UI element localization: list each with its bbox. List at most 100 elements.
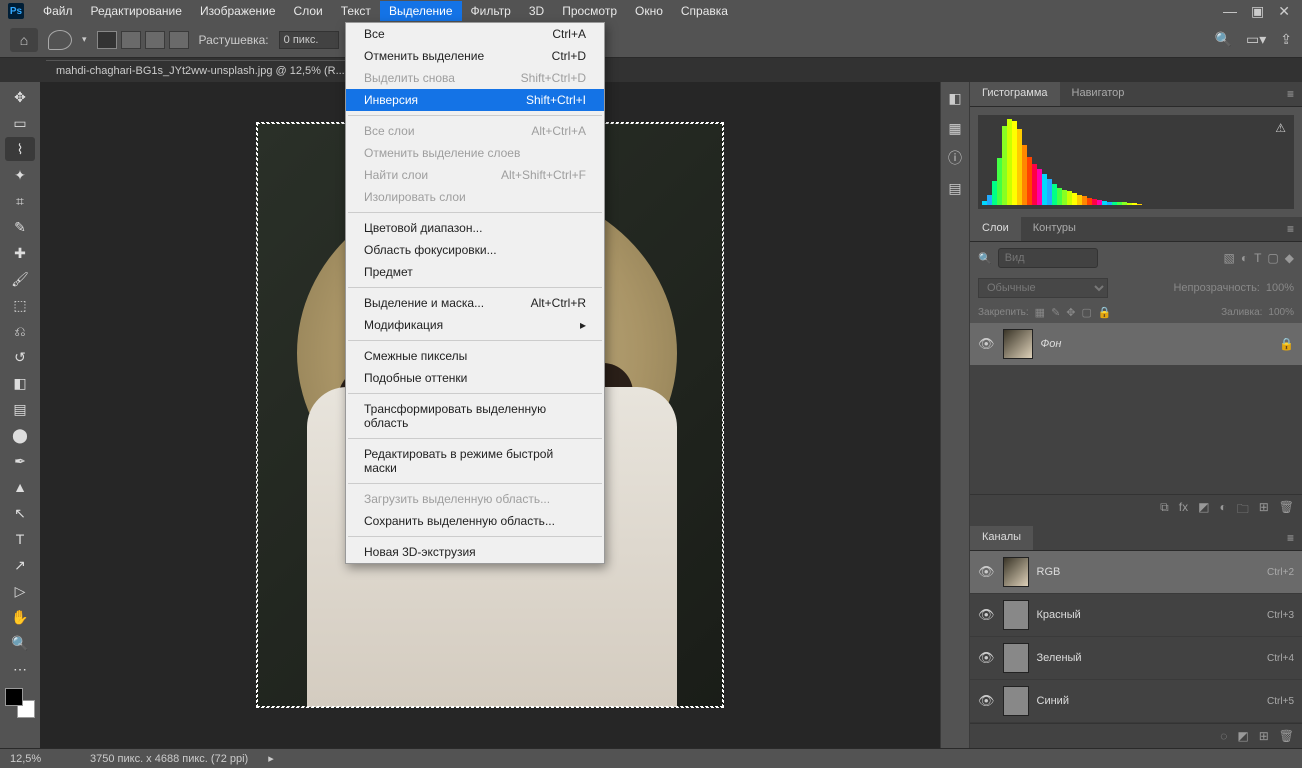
layer-search-input[interactable] xyxy=(998,248,1098,268)
visibility-toggle-icon[interactable]: 👁 xyxy=(978,693,995,709)
menu-item[interactable]: Сохранить выделенную область... xyxy=(346,510,604,532)
layer-thumbnail[interactable] xyxy=(1003,329,1033,359)
menu-item[interactable]: Выделение и маска...Alt+Ctrl+R xyxy=(346,292,604,314)
shape-tool[interactable]: ▲ xyxy=(5,475,35,499)
maximize-button[interactable]: ▣ xyxy=(1251,3,1264,20)
menu-item[interactable]: Новая 3D-экструзия xyxy=(346,541,604,563)
link-icon[interactable]: ⧉ xyxy=(1160,500,1169,521)
menu-3d[interactable]: 3D xyxy=(520,1,553,21)
crop-tool[interactable]: ⌗ xyxy=(5,189,35,213)
chevron-down-icon[interactable]: ▾ xyxy=(82,34,87,45)
panel-menu-icon[interactable]: ≡ xyxy=(1279,526,1302,550)
gradient-tool[interactable]: ▤ xyxy=(5,397,35,421)
menu-просмотр[interactable]: Просмотр xyxy=(553,1,626,21)
filter-shape-icon[interactable]: ▢ xyxy=(1267,251,1278,265)
filter-adjust-icon[interactable]: ◐ xyxy=(1241,251,1248,265)
menu-изображение[interactable]: Изображение xyxy=(191,1,285,21)
menu-окно[interactable]: Окно xyxy=(626,1,672,21)
tab-paths[interactable]: Контуры xyxy=(1021,217,1088,241)
zoom-tool[interactable]: 🔍 xyxy=(5,631,35,655)
eyedropper-tool[interactable]: ✎ xyxy=(5,215,35,239)
panel-menu-icon[interactable]: ≡ xyxy=(1279,82,1302,106)
eraser-tool[interactable]: ◧ xyxy=(5,371,35,395)
channel-item[interactable]: 👁ЗеленыйCtrl+4 xyxy=(970,637,1302,680)
path-tool[interactable]: ↖ xyxy=(5,501,35,525)
selection-new-button[interactable] xyxy=(97,31,117,49)
swatches-panel-icon[interactable]: ▦ xyxy=(945,118,965,138)
visibility-toggle-icon[interactable]: 👁 xyxy=(978,650,995,666)
type-tool[interactable]: T xyxy=(5,527,35,551)
menu-item[interactable]: ВсеCtrl+A xyxy=(346,23,604,45)
brush-tool[interactable]: 🖌 xyxy=(5,267,35,291)
selection-subtract-button[interactable] xyxy=(145,31,165,49)
channel-item[interactable]: 👁СинийCtrl+5 xyxy=(970,680,1302,723)
pen-tool[interactable]: ✒ xyxy=(5,449,35,473)
filter-smart-icon[interactable]: ◆ xyxy=(1285,251,1294,265)
magic-wand-tool[interactable]: ✦ xyxy=(5,163,35,187)
group-icon[interactable]: 🗀 xyxy=(1237,500,1249,521)
menu-файл[interactable]: Файл xyxy=(34,1,82,21)
menu-item[interactable]: Область фокусировки... xyxy=(346,239,604,261)
panel-menu-icon[interactable]: ≡ xyxy=(1279,217,1302,241)
lock-artboard-icon[interactable]: ▢ xyxy=(1082,306,1092,319)
frame-tool[interactable]: ⬚ xyxy=(5,293,35,317)
layer-item[interactable]: 👁 Фон 🔒 xyxy=(970,323,1302,365)
fill-value[interactable]: 100% xyxy=(1268,307,1294,318)
lasso-tool[interactable]: ⌇ xyxy=(5,137,35,161)
zoom-level[interactable]: 12,5% xyxy=(10,753,70,765)
selection-intersect-button[interactable] xyxy=(169,31,189,49)
menu-фильтр[interactable]: Фильтр xyxy=(462,1,520,21)
trash-icon[interactable]: 🗑 xyxy=(1279,500,1294,521)
minimize-button[interactable]: — xyxy=(1223,3,1237,20)
mask-icon[interactable]: ◩ xyxy=(1198,500,1209,521)
load-selection-icon[interactable]: ◌ xyxy=(1220,729,1227,743)
filter-type-icon[interactable]: T xyxy=(1254,251,1261,265)
doc-info[interactable]: 3750 пикс. x 4688 пикс. (72 ppi) xyxy=(90,753,248,765)
warning-icon[interactable]: ⚠ xyxy=(1275,121,1286,135)
filter-image-icon[interactable]: ▧ xyxy=(1223,251,1234,265)
new-layer-icon[interactable]: ⊞ xyxy=(1259,500,1269,521)
menu-item[interactable]: Подобные оттенки xyxy=(346,367,604,389)
foreground-background-colors[interactable] xyxy=(5,688,35,718)
menu-выделение[interactable]: Выделение xyxy=(380,1,462,21)
menu-справка[interactable]: Справка xyxy=(672,1,737,21)
menu-item[interactable]: Смежные пикселы xyxy=(346,345,604,367)
visibility-toggle-icon[interactable]: 👁 xyxy=(978,564,995,580)
channel-item[interactable]: 👁RGBCtrl+2 xyxy=(970,551,1302,594)
marquee-tool[interactable]: ▭ xyxy=(5,111,35,135)
more-tool[interactable]: ⋯ xyxy=(5,657,35,681)
menu-item[interactable]: Предмет xyxy=(346,261,604,283)
new-channel-icon[interactable]: ⊞ xyxy=(1259,729,1269,743)
trash-icon[interactable]: 🗑 xyxy=(1279,729,1294,743)
blend-mode-select[interactable]: Обычные xyxy=(978,278,1108,298)
menu-item[interactable]: ИнверсияShift+Ctrl+I xyxy=(346,89,604,111)
healing-tool[interactable]: ✚ xyxy=(5,241,35,265)
feather-input[interactable] xyxy=(279,31,339,49)
tab-channels[interactable]: Каналы xyxy=(970,526,1033,550)
menu-item[interactable]: Редактировать в режиме быстрой маски xyxy=(346,443,604,479)
share-icon[interactable]: ⇪ xyxy=(1280,31,1292,48)
home-button[interactable]: ⌂ xyxy=(10,28,38,52)
lock-brush-icon[interactable]: ✎ xyxy=(1051,306,1060,319)
blur-tool[interactable]: ⬤ xyxy=(5,423,35,447)
visibility-toggle-icon[interactable]: 👁 xyxy=(978,336,995,352)
history-brush-tool[interactable]: ↺ xyxy=(5,345,35,369)
menu-редактирование[interactable]: Редактирование xyxy=(82,1,191,21)
color-panel-icon[interactable]: ◧ xyxy=(945,88,965,108)
visibility-toggle-icon[interactable]: 👁 xyxy=(978,607,995,623)
channel-item[interactable]: 👁КрасныйCtrl+3 xyxy=(970,594,1302,637)
lock-move-icon[interactable]: ✥ xyxy=(1066,306,1075,319)
lock-trans-icon[interactable]: ▦ xyxy=(1035,306,1045,319)
tab-navigator[interactable]: Навигатор xyxy=(1060,82,1137,106)
menu-item[interactable]: Цветовой диапазон... xyxy=(346,217,604,239)
menu-item[interactable]: Отменить выделениеCtrl+D xyxy=(346,45,604,67)
workspace-icon[interactable]: ▭▾ xyxy=(1246,31,1266,48)
pointer-tool[interactable]: ▷ xyxy=(5,579,35,603)
layer-name-label[interactable]: Фон xyxy=(1041,338,1062,350)
direct-select-tool[interactable]: ↗ xyxy=(5,553,35,577)
menu-слои[interactable]: Слои xyxy=(285,1,332,21)
menu-текст[interactable]: Текст xyxy=(332,1,380,21)
clone-tool[interactable]: ⎌ xyxy=(5,319,35,343)
document-tab[interactable]: mahdi-chaghari-BG1s_JYt2ww-unsplash.jpg … xyxy=(46,60,355,81)
save-selection-icon[interactable]: ◩ xyxy=(1237,729,1248,743)
